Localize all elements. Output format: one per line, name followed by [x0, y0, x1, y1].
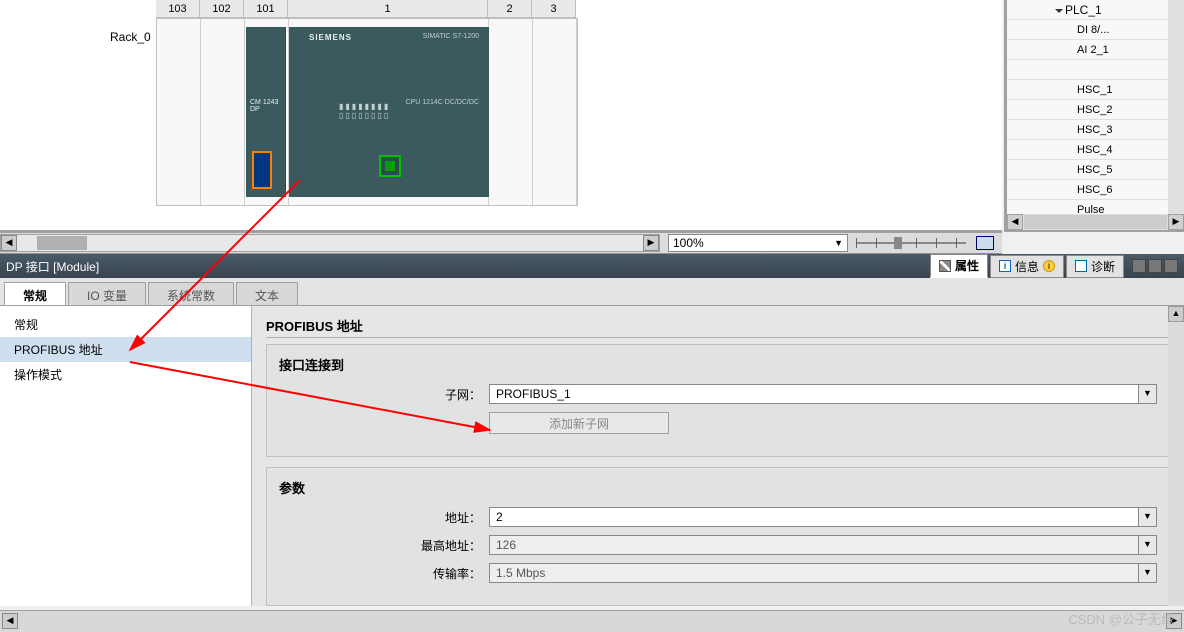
slot-3: 3	[532, 0, 576, 18]
cpu-module[interactable]: SIEMENS SIMATIC S7-1200 ▮▮▮▮▮▮▮▮▯▯▯▯▯▯▯▯…	[289, 27, 489, 197]
tree-item[interactable]: HSC_4	[1007, 140, 1184, 160]
subnet-select[interactable]: PROFIBUS_1	[489, 384, 1139, 404]
subnet-label: 子网：	[279, 386, 489, 403]
watermark: CSDN @公子无缘	[1068, 609, 1174, 628]
dropdown-icon[interactable]: ▼	[1139, 507, 1157, 527]
module-title: DP 接口 [Module]	[6, 258, 99, 275]
restore-icon[interactable]	[1132, 259, 1146, 273]
tree-item[interactable]: HSC_2	[1007, 100, 1184, 120]
tree-hscroll[interactable]: ◀ ▶	[1007, 214, 1184, 230]
scroll-left-icon[interactable]: ◀	[1007, 214, 1023, 230]
zoom-slider[interactable]	[856, 236, 966, 250]
group-parameters: 参数 地址： 2 ▼ 最高地址： 126 ▼ 传输率： 1.5 Mbps ▼	[266, 467, 1170, 606]
dropdown-icon[interactable]: ▼	[1139, 563, 1157, 583]
cm-module[interactable]: CM 1243 DP	[246, 27, 286, 197]
slot-2: 2	[488, 0, 532, 18]
slot-102: 102	[200, 0, 244, 18]
cpu-label: CPU 1214C DC/DC/DC	[405, 99, 479, 106]
profinet-port-icon[interactable]	[379, 155, 401, 177]
expand-icon[interactable]	[1055, 9, 1063, 13]
zoom-value: 100%	[673, 236, 704, 250]
warning-icon: i	[1043, 260, 1055, 272]
tree-item[interactable]	[1007, 60, 1184, 80]
property-tabs: 常规 IO 变量 系统常数 文本	[0, 278, 1184, 306]
nav-profibus-address[interactable]: PROFIBUS 地址	[0, 337, 251, 362]
group-title: 参数	[279, 478, 1157, 497]
io-bars: ▮▮▮▮▮▮▮▮▯▯▯▯▯▯▯▯	[339, 102, 390, 120]
scroll-up-icon[interactable]: ▲	[1168, 306, 1184, 322]
tree-item[interactable]: HSC_1	[1007, 80, 1184, 100]
fit-view-icon[interactable]	[976, 236, 994, 250]
group-connection: 接口连接到 子网： PROFIBUS_1 ▼ 添加新子网	[266, 344, 1170, 457]
tree-vscroll[interactable]	[1168, 0, 1184, 230]
scroll-right-icon[interactable]: ▶	[1168, 214, 1184, 230]
properties-icon	[939, 260, 951, 272]
dropdown-icon[interactable]: ▼	[1139, 535, 1157, 555]
tree-item[interactable]: DI 8/...	[1007, 20, 1184, 40]
rack-label: Rack_0	[110, 30, 151, 44]
model-label: SIMATIC S7-1200	[423, 33, 479, 40]
dp-port-icon[interactable]	[252, 151, 272, 189]
scroll-right-icon[interactable]: ▶	[643, 235, 659, 251]
max-address-field: 126	[489, 535, 1139, 555]
add-subnet-button[interactable]: 添加新子网	[489, 412, 669, 434]
scroll-left-icon[interactable]: ◀	[1, 235, 17, 251]
bottom-hscroll[interactable]: ◀ ▶	[0, 610, 1184, 632]
tab-info[interactable]: i信息i	[990, 255, 1064, 278]
cm-label: CM 1243 DP	[250, 99, 285, 113]
baudrate-field: 1.5 Mbps	[489, 563, 1139, 583]
group-title: 接口连接到	[279, 355, 1157, 374]
tree-item[interactable]: HSC_5	[1007, 160, 1184, 180]
slot-101: 101	[244, 0, 288, 18]
tab-properties[interactable]: 属性	[930, 254, 988, 278]
tree-plc[interactable]: PLC_1	[1007, 0, 1184, 20]
module-titlebar: DP 接口 [Module] 属性 i信息i 诊断	[0, 254, 1184, 278]
tree-label: PLC_1	[1065, 3, 1102, 17]
slider-thumb[interactable]	[894, 237, 902, 249]
tab-sys-const[interactable]: 系统常数	[148, 282, 234, 305]
tab-text[interactable]: 文本	[236, 282, 298, 305]
hardware-view: 103 102 101 1 2 3 Rack_0 CM 1243 DP SIEM…	[0, 0, 1002, 232]
slot-header: 103 102 101 1 2 3	[156, 0, 576, 18]
brand-label: SIEMENS	[309, 33, 352, 42]
address-select[interactable]: 2	[489, 507, 1139, 527]
rack-body[interactable]: CM 1243 DP SIEMENS SIMATIC S7-1200 ▮▮▮▮▮…	[156, 18, 578, 206]
content-vscroll[interactable]: ▲	[1168, 306, 1184, 606]
max-address-label: 最高地址：	[279, 537, 489, 554]
tab-diagnostics[interactable]: 诊断	[1066, 255, 1124, 278]
nav-general[interactable]: 常规	[0, 312, 251, 337]
minimize-icon[interactable]	[1148, 259, 1162, 273]
dropdown-icon[interactable]: ▼	[1139, 384, 1157, 404]
tree-item[interactable]: HSC_3	[1007, 120, 1184, 140]
nav-operating-mode[interactable]: 操作模式	[0, 362, 251, 387]
slot-103: 103	[156, 0, 200, 18]
tree-item[interactable]: AI 2_1	[1007, 40, 1184, 60]
tab-general[interactable]: 常规	[4, 282, 66, 305]
tab-io-vars[interactable]: IO 变量	[68, 282, 146, 305]
address-label: 地址：	[279, 509, 489, 526]
zoom-select[interactable]: 100% ▼	[668, 234, 848, 252]
scroll-thumb[interactable]	[37, 236, 87, 250]
baudrate-label: 传输率：	[279, 565, 489, 582]
dropdown-icon[interactable]	[1164, 259, 1178, 273]
diagnostics-icon	[1075, 260, 1087, 272]
dropdown-icon[interactable]: ▼	[834, 238, 843, 248]
tree-item[interactable]: HSC_6	[1007, 180, 1184, 200]
device-tree: PLC_1 DI 8/... AI 2_1 HSC_1 HSC_2 HSC_3 …	[1004, 0, 1184, 232]
scroll-left-icon[interactable]: ◀	[2, 613, 18, 629]
zoom-bar: ◀ ▶ 100% ▼	[0, 232, 1002, 254]
property-nav: 常规 PROFIBUS 地址 操作模式	[0, 306, 252, 606]
main-hscroll[interactable]: ◀ ▶	[0, 234, 660, 252]
section-title: PROFIBUS 地址	[266, 316, 1170, 338]
property-content: PROFIBUS 地址 接口连接到 子网： PROFIBUS_1 ▼ 添加新子网…	[252, 306, 1184, 606]
slot-1: 1	[288, 0, 488, 18]
info-icon: i	[999, 260, 1011, 272]
